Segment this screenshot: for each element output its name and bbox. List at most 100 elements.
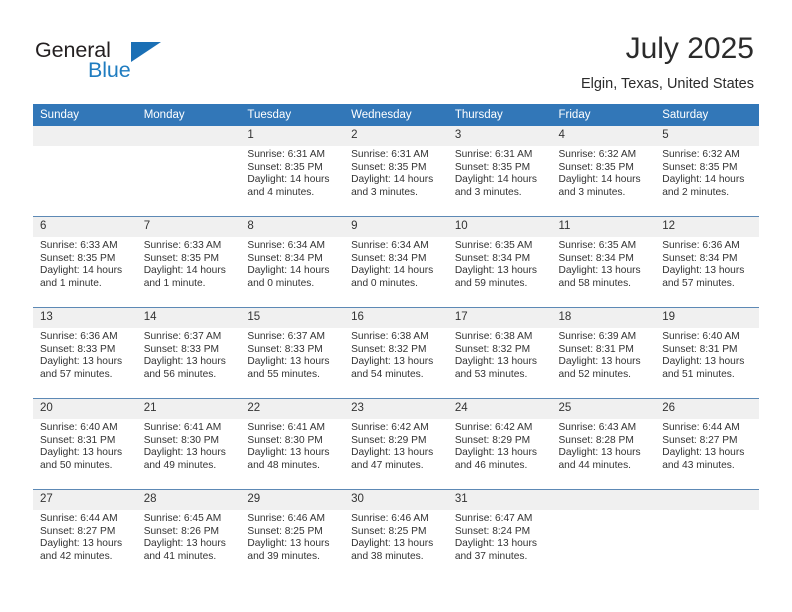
calendar-day-cell[interactable]: 27 Sunrise: 6:44 AM Sunset: 8:27 PM Dayligh… [33,489,137,580]
day-sun-info: Sunrise: 6:37 AM Sunset: 8:33 PM Daylight:… [240,328,344,381]
sunrise-text: Sunrise: 6:41 AM [143,422,222,433]
calendar-day-cell[interactable]: 24 Sunrise: 6:42 AM Sunset: 8:29 PM Dayligh… [447,398,552,490]
sunrise-text: Sunrise: 6:44 AM [662,422,740,433]
sunrise-text: Sunrise: 6:37 AM [143,331,222,342]
day-sun-info: Sunrise: 6:42 AM Sunset: 8:29 PM Daylight:… [344,419,448,472]
day-sun-info: Sunrise: 6:44 AM Sunset: 8:27 PM Daylight:… [655,419,759,472]
calendar-day-cell[interactable]: 10 Sunrise: 6:35 AM Sunset: 8:34 PM Dayligh… [447,216,552,308]
sunset-text: Sunset: 8:25 PM [247,525,323,537]
daylight-text-line2: and 58 minutes. [558,277,632,289]
calendar-day-cell[interactable]: 12 Sunrise: 6:36 AM Sunset: 8:34 PM Dayligh… [655,216,759,308]
daylight-text-line1: Daylight: 13 hours [143,356,226,368]
calendar-day-cell[interactable]: 2 Sunrise: 6:31 AM Sunset: 8:35 PM Daylight… [344,126,448,217]
calendar-day-cell[interactable]: 5 Sunrise: 6:32 AM Sunset: 8:35 PM Daylight… [655,126,759,217]
daylight-text-line2: and 48 minutes. [247,459,320,471]
calendar-day-cell[interactable]: 30 Sunrise: 6:46 AM Sunset: 8:25 PM Dayligh… [344,489,448,580]
day-sun-info: Sunrise: 6:41 AM Sunset: 8:30 PM Daylight:… [137,419,241,472]
calendar-day-cell[interactable]: 3 Sunrise: 6:31 AM Sunset: 8:35 PM Daylight… [447,126,552,217]
daylight-text-line2: and 44 minutes. [558,459,632,471]
day-sun-info: Sunrise: 6:35 AM Sunset: 8:34 PM Daylight:… [448,237,552,290]
daylight-text-line1: Daylight: 14 hours [558,174,641,186]
calendar-day-cell[interactable]: 26 Sunrise: 6:44 AM Sunset: 8:27 PM Dayligh… [655,398,759,490]
daylight-text-line2: and 3 minutes. [351,186,418,198]
sunrise-text: Sunrise: 6:31 AM [247,149,325,160]
weekday-header-tuesday: Tuesday [240,104,345,126]
daylight-text-line1: Daylight: 14 hours [454,174,537,186]
calendar-day-cell[interactable]: 6 Sunrise: 6:33 AM Sunset: 8:35 PM Daylight… [33,216,137,308]
daylight-text-line2: and 4 minutes. [247,186,315,198]
day-sun-info: Sunrise: 6:32 AM Sunset: 8:35 PM Daylight:… [655,146,759,199]
calendar-day-cell[interactable]: 1 Sunrise: 6:31 AM Sunset: 8:35 PM Daylight… [240,126,345,217]
day-number: 1 [240,126,345,146]
sunset-text: Sunset: 8:35 PM [454,161,531,173]
calendar-day-cell[interactable]: 28 Sunrise: 6:45 AM Sunset: 8:26 PM Dayligh… [136,489,241,580]
weekday-header-saturday: Saturday [655,104,759,126]
daylight-text-line2: and 43 minutes. [662,459,735,471]
daylight-text-line2: and 47 minutes. [351,459,424,471]
sunrise-text: Sunrise: 6:33 AM [143,240,222,251]
daylight-text-line1: Daylight: 14 hours [351,174,434,186]
day-number: 6 [33,217,137,237]
calendar-day-cell-empty [136,126,241,217]
day-sun-info: Sunrise: 6:34 AM Sunset: 8:34 PM Daylight:… [240,237,344,290]
sunrise-text: Sunrise: 6:35 AM [558,240,637,251]
calendar-day-cell[interactable]: 29 Sunrise: 6:46 AM Sunset: 8:25 PM Dayligh… [240,489,345,580]
daylight-text-line2: and 54 minutes. [351,368,424,380]
day-number: 16 [344,308,448,328]
calendar-day-cell[interactable]: 8 Sunrise: 6:34 AM Sunset: 8:34 PM Daylight… [240,216,345,308]
calendar-day-cell[interactable]: 14 Sunrise: 6:37 AM Sunset: 8:33 PM Dayligh… [136,307,241,399]
day-number: 15 [240,308,345,328]
daylight-text-line1: Daylight: 13 hours [143,447,226,459]
day-sun-info: Sunrise: 6:41 AM Sunset: 8:30 PM Daylight:… [240,419,344,472]
daylight-text-line1: Daylight: 13 hours [40,447,123,459]
sunset-text: Sunset: 8:30 PM [143,434,220,446]
calendar-day-cell[interactable]: 31 Sunrise: 6:47 AM Sunset: 8:24 PM Dayligh… [447,489,552,580]
day-number: 11 [551,217,656,237]
day-sun-info: Sunrise: 6:36 AM Sunset: 8:33 PM Daylight:… [33,328,137,381]
sunset-text: Sunset: 8:34 PM [662,252,738,264]
sunset-text: Sunset: 8:34 PM [454,252,531,264]
day-number: 18 [551,308,656,328]
calendar-day-cell[interactable]: 17 Sunrise: 6:38 AM Sunset: 8:32 PM Dayligh… [447,307,552,399]
daylight-text-line1: Daylight: 13 hours [662,265,745,277]
sunset-text: Sunset: 8:25 PM [351,525,427,537]
calendar-day-cell[interactable]: 19 Sunrise: 6:40 AM Sunset: 8:31 PM Dayligh… [655,307,759,399]
calendar-week-row: 20 Sunrise: 6:40 AM Sunset: 8:31 PM Dayligh… [33,398,759,490]
day-number: 7 [136,217,241,237]
generalblue-logo[interactable]: General Blue [35,37,255,93]
calendar-day-cell[interactable]: 22 Sunrise: 6:41 AM Sunset: 8:30 PM Dayligh… [240,398,345,490]
weekday-header-wednesday: Wednesday [344,104,448,126]
daylight-text-line1: Daylight: 13 hours [247,538,330,550]
day-number: 10 [447,217,552,237]
sunrise-text: Sunrise: 6:46 AM [247,513,325,524]
calendar-day-cell[interactable]: 21 Sunrise: 6:41 AM Sunset: 8:30 PM Dayligh… [136,398,241,490]
calendar-day-cell[interactable]: 25 Sunrise: 6:43 AM Sunset: 8:28 PM Dayligh… [551,398,656,490]
daylight-text-line2: and 49 minutes. [143,459,217,471]
logo-text-blue: Blue [88,58,131,82]
day-number: 28 [136,490,241,510]
calendar-day-cell[interactable]: 16 Sunrise: 6:38 AM Sunset: 8:32 PM Dayligh… [344,307,448,399]
day-sun-info: Sunrise: 6:39 AM Sunset: 8:31 PM Daylight:… [552,328,656,381]
day-number: 25 [551,399,656,419]
location-subtitle: Elgin, Texas, United States [580,76,754,92]
daylight-text-line2: and 50 minutes. [40,459,113,471]
calendar-day-cell[interactable]: 20 Sunrise: 6:40 AM Sunset: 8:31 PM Dayligh… [33,398,137,490]
calendar-week-row: 27 Sunrise: 6:44 AM Sunset: 8:27 PM Dayligh… [33,489,759,580]
day-sun-info: Sunrise: 6:40 AM Sunset: 8:31 PM Daylight:… [655,328,759,381]
calendar-day-cell[interactable]: 4 Sunrise: 6:32 AM Sunset: 8:35 PM Daylight… [551,126,656,217]
calendar-day-cell[interactable]: 7 Sunrise: 6:33 AM Sunset: 8:35 PM Daylight… [136,216,241,308]
calendar-day-cell[interactable]: 13 Sunrise: 6:36 AM Sunset: 8:33 PM Dayligh… [33,307,137,399]
day-number: 23 [344,399,448,419]
sunrise-text: Sunrise: 6:41 AM [247,422,325,433]
sunset-text: Sunset: 8:28 PM [558,434,634,446]
daylight-text-line2: and 39 minutes. [247,550,320,562]
calendar-day-cell[interactable]: 23 Sunrise: 6:42 AM Sunset: 8:29 PM Dayligh… [344,398,448,490]
calendar-day-cell[interactable]: 18 Sunrise: 6:39 AM Sunset: 8:31 PM Dayligh… [551,307,656,399]
calendar-day-cell[interactable]: 11 Sunrise: 6:35 AM Sunset: 8:34 PM Dayligh… [551,216,656,308]
daylight-text-line1: Daylight: 14 hours [247,265,330,277]
calendar-day-cell[interactable]: 9 Sunrise: 6:34 AM Sunset: 8:34 PM Daylight… [344,216,448,308]
daylight-text-line2: and 0 minutes. [247,277,315,289]
sunset-text: Sunset: 8:32 PM [351,343,427,355]
calendar-day-cell[interactable]: 15 Sunrise: 6:37 AM Sunset: 8:33 PM Dayligh… [240,307,345,399]
daylight-text-line1: Daylight: 14 hours [662,174,745,186]
